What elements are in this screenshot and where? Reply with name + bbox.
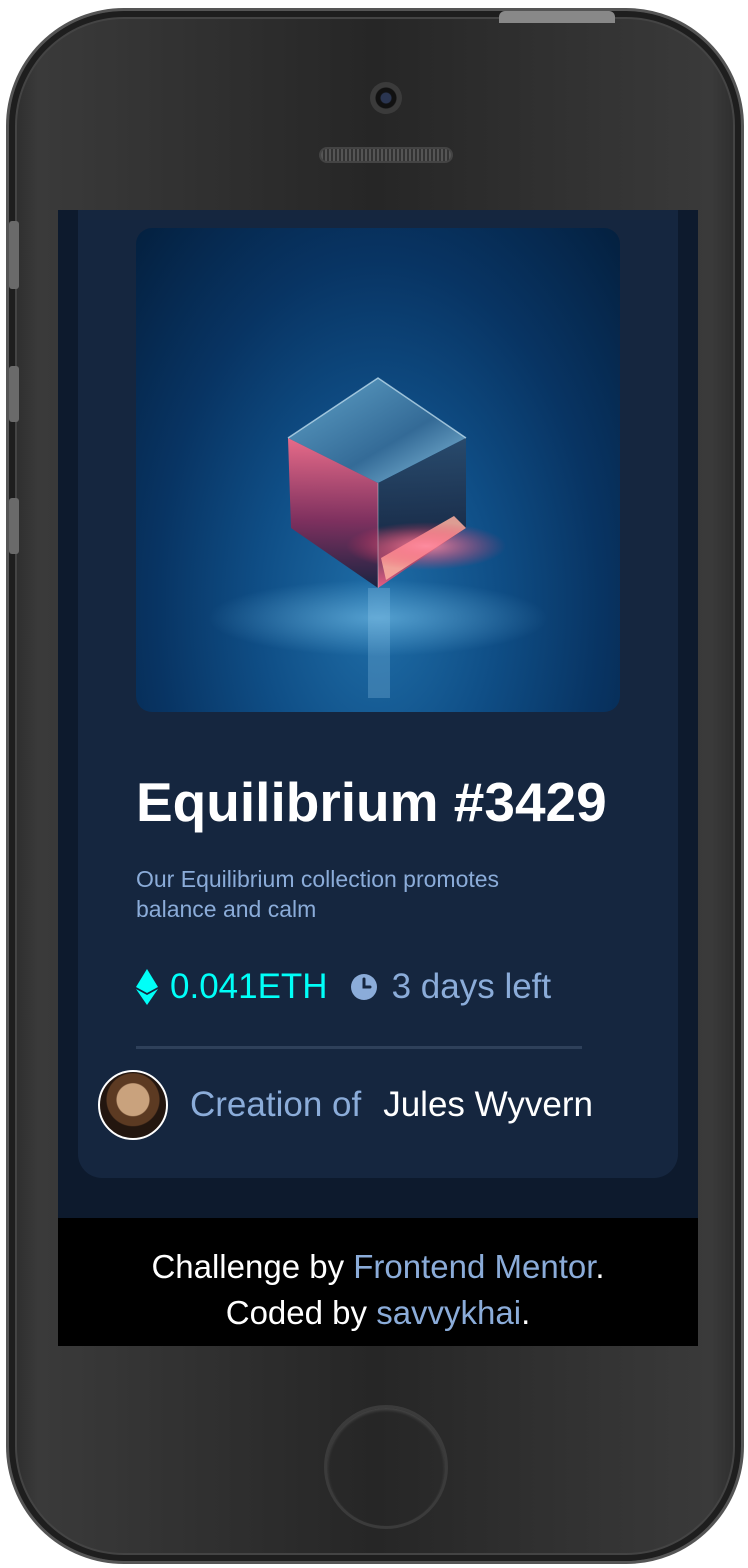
volume-up-button: [9, 366, 19, 422]
nft-description: Our Equilibrium collection promotes bala…: [136, 866, 500, 922]
nft-stats: 0.041ETH 3 days left: [136, 962, 606, 1012]
nft-artwork-image[interactable]: [136, 228, 620, 712]
coded-line: Coded by savvykhai.: [58, 1290, 698, 1336]
nft-card: Equilibrium #3429 Our Equilibrium collec…: [78, 210, 678, 1178]
frontend-mentor-link[interactable]: Frontend Mentor: [353, 1248, 595, 1285]
ethereum-icon: [136, 969, 158, 1005]
challenge-suffix: .: [595, 1248, 605, 1285]
author-link[interactable]: savvykhai: [376, 1294, 521, 1331]
volume-down-button: [9, 498, 19, 554]
creator-avatar: [98, 1070, 168, 1140]
cube-illustration: [208, 377, 548, 698]
divider: [136, 1046, 582, 1049]
creator-row: Creation of Jules Wyvern: [98, 1070, 658, 1140]
attribution-footer: Challenge by Frontend Mentor. Coded by s…: [58, 1218, 698, 1346]
challenge-prefix: Challenge by: [151, 1248, 345, 1285]
creator-name[interactable]: Jules Wyvern: [383, 1085, 593, 1125]
earpiece-speaker: [319, 147, 453, 163]
price-value: 0.041ETH: [170, 967, 328, 1006]
mute-switch: [9, 221, 19, 289]
time-left-value: 3 days left: [391, 967, 552, 1006]
home-button: [324, 1405, 448, 1529]
coded-suffix: .: [521, 1294, 531, 1331]
challenge-line: Challenge by Frontend Mentor.: [58, 1244, 698, 1290]
screen: Equilibrium #3429 Our Equilibrium collec…: [58, 210, 698, 1346]
power-button: [499, 11, 615, 23]
front-camera: [370, 82, 402, 114]
price-stat: 0.041ETH: [136, 967, 328, 1007]
creator-prefix: Creation of: [190, 1085, 362, 1124]
nft-title[interactable]: Equilibrium #3429: [136, 770, 656, 834]
coded-prefix: Coded by: [225, 1294, 368, 1331]
clock-icon: [350, 974, 377, 1000]
time-stat: 3 days left: [350, 967, 552, 1007]
